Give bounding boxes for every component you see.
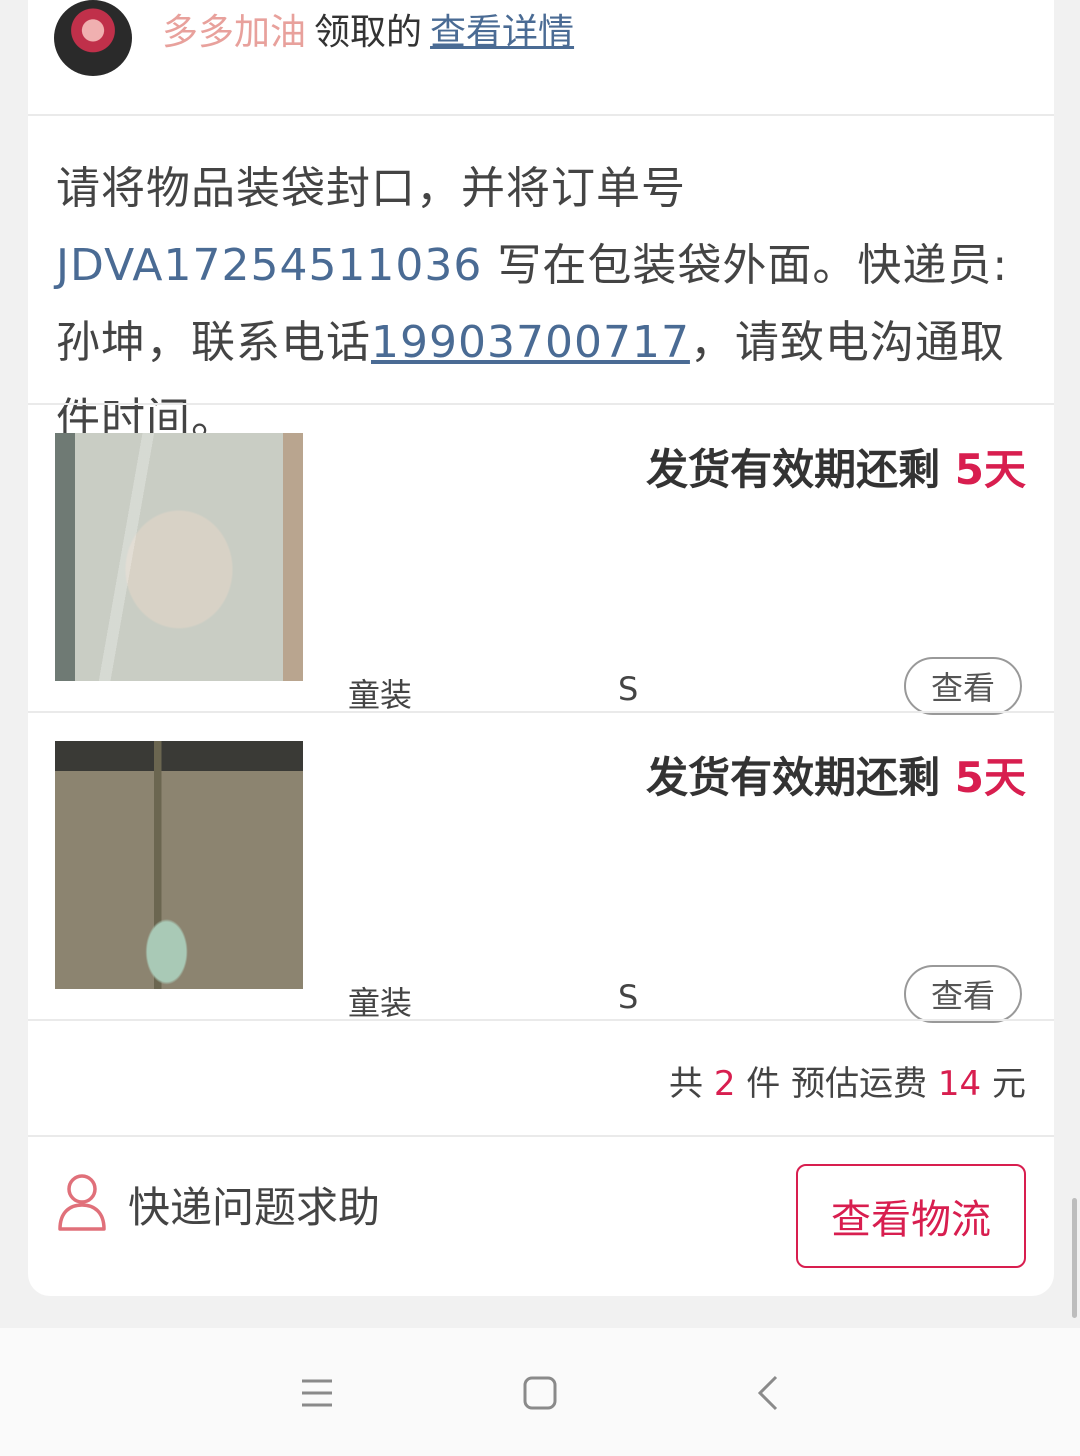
item-thumbnail-jacket[interactable] — [55, 433, 303, 681]
courier-help[interactable]: 快递问题求助 — [56, 1172, 380, 1236]
shipping-validity: 发货有效期还剩 5天 — [646, 744, 1026, 805]
order-summary: 共 2 件 预估运费 14 元 — [669, 1056, 1026, 1105]
validity-label: 发货有效期还剩 — [646, 445, 941, 494]
avatar[interactable] — [54, 0, 132, 76]
claimer-row: 多多加油 领取的 查看详情 — [162, 8, 574, 58]
item-category: 童装 — [348, 676, 413, 714]
divider — [28, 1135, 1054, 1137]
shipping-validity: 发货有效期还剩 5天 — [646, 436, 1026, 497]
claimer-name[interactable]: 多多加油 — [162, 12, 306, 53]
divider — [28, 114, 1054, 116]
scrollbar[interactable] — [1072, 1198, 1077, 1318]
item-size: S — [618, 978, 639, 1016]
validity-days: 5天 — [954, 445, 1026, 494]
view-details-link[interactable]: 查看详情 — [430, 12, 574, 53]
back-icon[interactable] — [738, 1368, 798, 1418]
view-item-button[interactable]: 查看 — [904, 965, 1022, 1023]
notice-text-1: 请将物品装袋封口，并将订单号 — [56, 163, 686, 214]
validity-label: 发货有效期还剩 — [646, 753, 941, 802]
divider — [28, 711, 1054, 713]
item-count: 2 — [713, 1064, 736, 1104]
shipping-fee: 14 — [937, 1064, 982, 1104]
summary-count-unit: 件 预估运费 — [746, 1064, 928, 1104]
item-thumbnail-pants[interactable] — [55, 741, 303, 989]
view-logistics-button[interactable]: 查看物流 — [796, 1164, 1026, 1268]
claim-verb: 领取的 — [314, 12, 423, 53]
summary-prefix: 共 — [669, 1064, 704, 1104]
divider — [28, 403, 1054, 405]
help-label: 快递问题求助 — [128, 1182, 381, 1232]
system-nav-bar — [0, 1328, 1080, 1456]
courier-phone-link[interactable]: 19903700717 — [371, 317, 690, 368]
item-size: S — [618, 670, 639, 708]
person-icon — [56, 1172, 108, 1236]
fee-unit: 元 — [992, 1064, 1026, 1104]
order-number: JDVA17254511036 — [56, 240, 483, 291]
view-item-button[interactable]: 查看 — [904, 657, 1022, 715]
item-category: 童装 — [348, 984, 413, 1022]
home-icon[interactable] — [510, 1368, 570, 1418]
divider — [28, 1019, 1054, 1021]
validity-days: 5天 — [954, 753, 1026, 802]
menu-icon[interactable] — [287, 1368, 347, 1418]
packing-notice: 请将物品装袋封口，并将订单号 JDVA17254511036 写在包装袋外面。快… — [56, 150, 1026, 458]
